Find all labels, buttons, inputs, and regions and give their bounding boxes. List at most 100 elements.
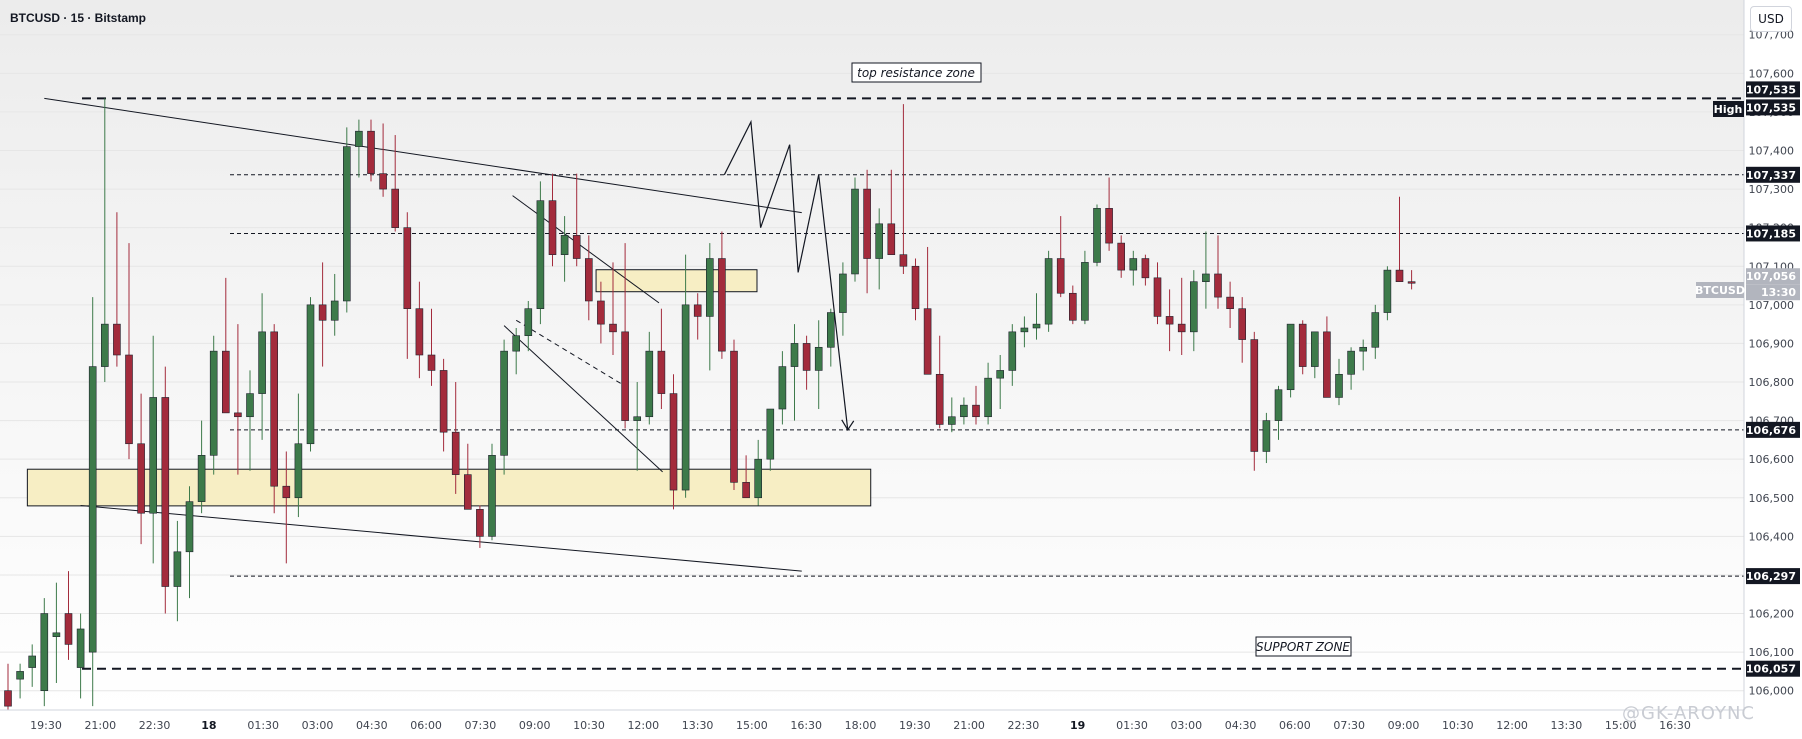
candle-body[interactable] [1383,269,1392,313]
candle-body[interactable] [597,300,605,325]
candle-body[interactable] [76,628,85,668]
candle-body[interactable] [1105,208,1113,244]
candle-body[interactable] [1214,273,1222,298]
candle-body[interactable] [463,474,472,510]
candle-body[interactable] [705,258,714,317]
candle-body[interactable] [1117,242,1125,271]
candle-body[interactable] [524,308,533,337]
candle-body[interactable] [645,350,654,418]
candle-body[interactable] [1129,258,1138,271]
candle-body[interactable] [234,412,242,418]
candle-body[interactable] [379,173,387,190]
candle-body[interactable] [512,335,521,352]
candle-body[interactable] [1056,258,1065,294]
candle-body[interactable] [4,690,12,707]
candle-body[interactable] [149,397,157,514]
candle-body[interactable] [693,304,702,317]
candle-body[interactable] [887,223,896,255]
candle-body[interactable] [415,308,424,356]
candle-body[interactable] [778,366,787,410]
currency-button[interactable]: USD [1750,6,1792,32]
candle-body[interactable] [439,370,448,433]
candle-body[interactable] [488,455,496,537]
candle-body[interactable] [113,323,121,356]
candle-body[interactable] [923,308,932,375]
candle-body[interactable] [161,397,170,587]
candle-body[interactable] [16,671,24,680]
candle-body[interactable] [1335,373,1343,398]
candle-body[interactable] [996,370,1005,379]
candle-body[interactable] [609,323,617,333]
candle-body[interactable] [1141,258,1150,279]
candle-body[interactable] [766,408,775,460]
candle-body[interactable] [742,482,750,499]
candle-body[interactable] [548,200,557,255]
candle-body[interactable] [318,304,327,321]
candle-body[interactable] [814,346,823,371]
candle-body[interactable] [342,146,351,302]
candle-body[interactable] [1177,323,1186,333]
candle-body[interactable] [802,343,811,371]
candle-body[interactable] [137,443,145,514]
candle-body[interactable] [1032,323,1041,329]
candle-body[interactable] [633,416,642,421]
candle-body[interactable] [839,273,847,313]
candle-body[interactable] [427,354,436,371]
candle-body[interactable] [621,331,629,421]
candle-body[interactable] [1190,281,1198,333]
candle-body[interactable] [500,350,508,456]
candle-body[interactable] [1298,323,1307,367]
candle-body[interactable] [1153,277,1162,317]
candle-body[interactable] [851,188,859,275]
candle-body[interactable] [101,323,109,367]
candle-body[interactable] [935,373,944,425]
candle-body[interactable] [718,258,726,352]
candle-body[interactable] [960,404,968,418]
candle-body[interactable] [1286,323,1295,391]
candle-body[interactable] [1081,262,1089,321]
candle-body[interactable] [403,227,412,309]
candle-body[interactable] [972,404,980,418]
candle-body[interactable] [52,632,61,637]
candle-body[interactable] [875,223,884,259]
candle-body[interactable] [1262,420,1271,452]
candle-body[interactable] [863,188,871,259]
candle-body[interactable] [1165,316,1174,325]
candle-body[interactable] [64,613,73,645]
candle-body[interactable] [669,393,678,491]
candle-body[interactable] [367,130,375,174]
candle-body[interactable] [209,350,218,456]
candle-body[interactable] [754,458,763,499]
candle-body[interactable] [294,443,303,499]
candle-body[interactable] [330,300,339,321]
candle-body[interactable] [1226,296,1234,309]
candle-body[interactable] [1069,292,1077,321]
candle-body[interactable] [40,613,49,692]
candle-body[interactable] [947,416,956,425]
candle-body[interactable] [1238,308,1246,340]
candle-body[interactable] [572,235,581,259]
candle-body[interactable] [282,485,291,499]
candle-body[interactable] [1407,281,1416,284]
candle-body[interactable] [197,455,206,502]
candle-body[interactable] [270,331,279,487]
chart-canvas[interactable]: 106,000106,100106,200106,300106,400106,5… [0,0,1802,739]
candle-body[interactable] [899,254,908,267]
candle-body[interactable] [1311,331,1319,367]
candle-body[interactable] [125,354,133,445]
candle-body[interactable] [258,331,266,394]
candle-body[interactable] [222,350,230,414]
candle-body[interactable] [1323,331,1331,398]
candle-body[interactable] [1093,208,1101,263]
candle-body[interactable] [681,304,690,491]
candle-body[interactable] [391,188,400,228]
candle-body[interactable] [185,501,194,553]
candle-body[interactable] [730,350,738,483]
candle-body[interactable] [451,431,460,475]
candle-body[interactable] [476,509,484,537]
candle-body[interactable] [173,551,182,587]
candle-body[interactable] [790,343,799,367]
candle-body[interactable] [826,312,835,348]
candle-body[interactable] [984,377,992,418]
candle-body[interactable] [1202,273,1210,282]
